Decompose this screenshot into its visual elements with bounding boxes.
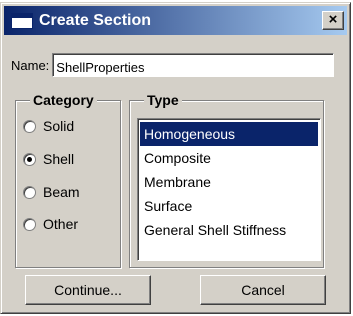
- cancel-button[interactable]: Cancel: [200, 275, 326, 305]
- type-item-membrane[interactable]: Membrane: [140, 170, 318, 194]
- name-input[interactable]: [52, 53, 335, 77]
- category-legend: Category: [30, 92, 97, 108]
- type-group: Type Homogeneous Composite Membrane Surf…: [129, 92, 324, 268]
- close-button[interactable]: ×: [322, 11, 344, 30]
- radio-button[interactable]: [23, 119, 36, 133]
- radio-button[interactable]: [23, 217, 36, 231]
- category-option-label: Beam: [43, 184, 80, 200]
- window-icon: [11, 12, 33, 29]
- name-label: Name:: [11, 57, 50, 73]
- create-section-dialog: Create Section × Name: Category Solid Sh…: [0, 2, 351, 314]
- close-icon: ×: [328, 11, 338, 28]
- name-row: Name:: [11, 53, 335, 77]
- type-item-composite[interactable]: Composite: [140, 146, 318, 170]
- category-option-solid[interactable]: Solid: [23, 118, 74, 134]
- category-option-label: Shell: [43, 151, 75, 167]
- category-option-label: Other: [43, 216, 79, 232]
- category-option-label: Solid: [43, 118, 75, 134]
- category-option-shell[interactable]: Shell: [23, 151, 74, 167]
- dialog-title: Create Section: [39, 11, 152, 29]
- type-item-general-shell-stiffness[interactable]: General Shell Stiffness: [140, 218, 318, 242]
- category-option-beam[interactable]: Beam: [23, 184, 80, 200]
- type-listbox[interactable]: Homogeneous Composite Membrane Surface G…: [137, 118, 321, 261]
- category-group: Category Solid Shell Beam Other: [15, 92, 121, 268]
- title-bar[interactable]: Create Section ×: [4, 6, 347, 35]
- category-option-other[interactable]: Other: [23, 216, 78, 232]
- radio-button[interactable]: [23, 185, 36, 199]
- type-item-homogeneous[interactable]: Homogeneous: [140, 122, 318, 146]
- continue-button[interactable]: Continue...: [25, 275, 151, 305]
- type-item-surface[interactable]: Surface: [140, 194, 318, 218]
- radio-button-selected[interactable]: [23, 152, 36, 166]
- type-legend: Type: [144, 92, 182, 108]
